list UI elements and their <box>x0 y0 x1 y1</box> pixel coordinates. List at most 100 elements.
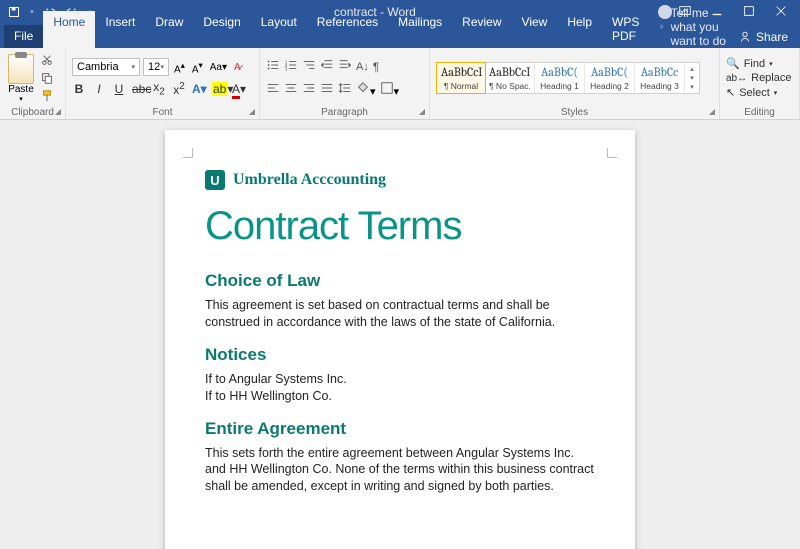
tell-me-label: Tell me what you want to do <box>671 6 726 48</box>
grow-font-icon[interactable]: A▴ <box>172 60 187 75</box>
section-body[interactable]: This agreement is set based on contractu… <box>205 297 595 331</box>
paste-button[interactable]: Paste ▾ <box>6 54 36 103</box>
tell-me-search[interactable]: Tell me what you want to do <box>659 6 726 48</box>
tab-draw[interactable]: Draw <box>145 11 193 48</box>
styles-group-label: Styles <box>561 107 588 118</box>
change-case-icon[interactable]: Aa▾ <box>208 62 229 73</box>
borders-icon[interactable]: ▾ <box>380 81 400 98</box>
dialog-launcher-icon[interactable]: ◢ <box>55 107 61 116</box>
chevron-down-icon: ▾ <box>160 63 164 71</box>
group-paragraph: 123 A↓ ¶ ▾ ▾ Paragraph ◢ <box>260 48 430 119</box>
font-group-label: Font <box>152 107 172 118</box>
dialog-launcher-icon[interactable]: ◢ <box>419 107 425 116</box>
chevron-down-icon: ▾ <box>19 95 23 103</box>
document-title[interactable]: Contract Terms <box>205 204 595 249</box>
paragraph-group-label: Paragraph <box>321 107 368 118</box>
style-item[interactable]: AaBbCcI¶ Normal <box>436 62 486 94</box>
styles-gallery[interactable]: AaBbCcI¶ NormalAaBbCcI¶ No Spac...AaBbC(… <box>436 62 700 94</box>
document-page[interactable]: U Umbrella Acccounting Contract Terms Ch… <box>165 130 635 549</box>
cut-icon[interactable] <box>40 53 54 67</box>
format-painter-icon[interactable] <box>40 89 54 103</box>
align-right-icon[interactable] <box>302 81 316 98</box>
decrease-indent-icon[interactable] <box>320 58 334 75</box>
tab-help[interactable]: Help <box>557 11 602 48</box>
section-heading[interactable]: Entire Agreement <box>205 419 595 439</box>
style-name: Heading 2 <box>589 81 630 91</box>
tab-insert[interactable]: Insert <box>95 11 145 48</box>
dialog-launcher-icon[interactable]: ◢ <box>249 107 255 116</box>
increase-indent-icon[interactable] <box>338 58 352 75</box>
copy-icon[interactable] <box>40 71 54 85</box>
lightbulb-icon <box>659 20 664 34</box>
select-label: Select <box>739 87 770 99</box>
numbering-icon[interactable]: 123 <box>284 58 298 75</box>
style-name: ¶ Normal <box>441 81 481 91</box>
style-preview: AaBbC( <box>539 65 580 81</box>
company-name: Umbrella Acccounting <box>233 171 386 189</box>
cursor-icon: ↖ <box>726 86 735 99</box>
shading-icon[interactable]: ▾ <box>356 81 376 98</box>
clear-formatting-icon[interactable]: A̷ <box>232 62 243 73</box>
paste-icon <box>8 54 34 84</box>
sort-icon[interactable]: A↓ <box>356 61 369 73</box>
underline-button[interactable]: U <box>112 82 126 96</box>
text-effects-icon[interactable]: A▾ <box>192 82 206 96</box>
align-left-icon[interactable] <box>266 81 280 98</box>
tab-mailings[interactable]: Mailings <box>388 11 452 48</box>
font-size-select[interactable]: 12▾ <box>143 58 169 76</box>
align-center-icon[interactable] <box>284 81 298 98</box>
show-marks-icon[interactable]: ¶ <box>373 60 379 74</box>
tab-review[interactable]: Review <box>452 11 511 48</box>
dialog-launcher-icon[interactable]: ◢ <box>709 107 715 116</box>
style-item[interactable]: AaBbC(Heading 1 <box>535 63 585 93</box>
tab-view[interactable]: View <box>512 11 558 48</box>
styles-more-button[interactable]: ▴▾▾ <box>685 63 699 93</box>
shrink-font-icon[interactable]: A▾ <box>190 60 205 75</box>
share-label: Share <box>756 30 788 44</box>
tab-home[interactable]: Home <box>43 11 95 48</box>
maximize-icon[interactable] <box>742 4 756 21</box>
replace-button[interactable]: ab↔Replace <box>726 72 791 84</box>
tab-design[interactable]: Design <box>193 11 250 48</box>
tab-layout[interactable]: Layout <box>251 11 307 48</box>
find-button[interactable]: 🔍Find▾ <box>726 57 791 70</box>
section-body[interactable]: This sets forth the entire agreement bet… <box>205 445 595 496</box>
chevron-down-icon: ▾ <box>774 89 778 97</box>
highlight-color-icon[interactable]: ab▾ <box>212 82 226 96</box>
group-editing: 🔍Find▾ ab↔Replace ↖ Select ▾ Editing <box>720 48 800 119</box>
style-preview: AaBbCc <box>639 65 680 81</box>
workspace[interactable]: U Umbrella Acccounting Contract Terms Ch… <box>0 120 800 549</box>
style-item[interactable]: AaBbCcI¶ No Spac... <box>485 63 535 93</box>
section-body[interactable]: If to Angular Systems Inc. If to HH Well… <box>205 371 595 405</box>
style-item[interactable]: AaBbCcHeading 3 <box>635 63 685 93</box>
justify-icon[interactable] <box>320 81 334 98</box>
bold-button[interactable]: B <box>72 82 86 96</box>
search-icon: 🔍 <box>726 57 740 70</box>
tab-wps-pdf[interactable]: WPS PDF <box>602 11 649 48</box>
chevron-down-icon: ▾ <box>690 83 694 91</box>
strikethrough-button[interactable]: abc <box>132 82 146 96</box>
section-heading[interactable]: Choice of Law <box>205 271 595 291</box>
style-preview: AaBbCcI <box>441 65 481 81</box>
replace-icon: ab↔ <box>726 73 747 84</box>
tab-references[interactable]: References <box>307 11 388 48</box>
select-button[interactable]: ↖ Select ▾ <box>726 86 791 99</box>
tab-file[interactable]: File <box>4 25 43 48</box>
subscript-button[interactable]: x2 <box>152 80 166 97</box>
paste-label: Paste <box>8 84 34 95</box>
font-color-icon[interactable]: A▾ <box>232 82 246 96</box>
style-item[interactable]: AaBbC(Heading 2 <box>585 63 635 93</box>
superscript-button[interactable]: x2 <box>172 81 186 97</box>
tabstrip: File HomeInsertDrawDesignLayoutReference… <box>0 24 800 48</box>
share-button[interactable]: Share <box>726 26 800 48</box>
editing-group-label: Editing <box>744 107 775 118</box>
line-spacing-icon[interactable] <box>338 81 352 98</box>
multilevel-list-icon[interactable] <box>302 58 316 75</box>
close-icon[interactable] <box>774 4 788 21</box>
bullets-icon[interactable] <box>266 58 280 75</box>
section-heading[interactable]: Notices <box>205 345 595 365</box>
save-icon[interactable] <box>8 6 20 18</box>
italic-button[interactable]: I <box>92 82 106 96</box>
group-styles: AaBbCcI¶ NormalAaBbCcI¶ No Spac...AaBbC(… <box>430 48 720 119</box>
font-name-select[interactable]: Cambria▾ <box>72 58 140 76</box>
